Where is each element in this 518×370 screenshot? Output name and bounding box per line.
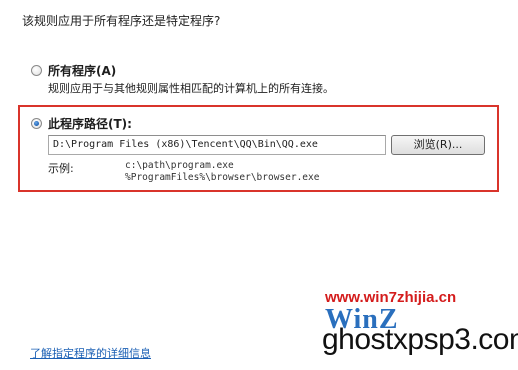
radio-program-path[interactable]	[31, 118, 42, 129]
program-path-input[interactable]: D:\Program Files (x86)\Tencent\QQ\Bin\QQ…	[48, 135, 386, 155]
example-line-1: c:\path\program.exe	[125, 160, 234, 171]
browse-button[interactable]: 浏览(R)...	[391, 135, 485, 155]
option-all-programs-description: 规则应用于与其他规则属性相匹配的计算机上的所有连接。	[48, 82, 334, 95]
option-program-path-label[interactable]: 此程序路径(T):	[48, 115, 132, 132]
example-label: 示例:	[48, 162, 74, 175]
prompt-question: 该规则应用于所有程序还是特定程序?	[22, 14, 221, 28]
example-line-2: %ProgramFiles%\browser\browser.exe	[125, 172, 320, 183]
radio-all-programs[interactable]	[31, 65, 42, 76]
watermark-domain: ghostxpsp3.com	[322, 323, 518, 356]
option-all-programs-label[interactable]: 所有程序(A)	[48, 62, 116, 79]
help-link[interactable]: 了解指定程序的详细信息	[30, 345, 151, 361]
